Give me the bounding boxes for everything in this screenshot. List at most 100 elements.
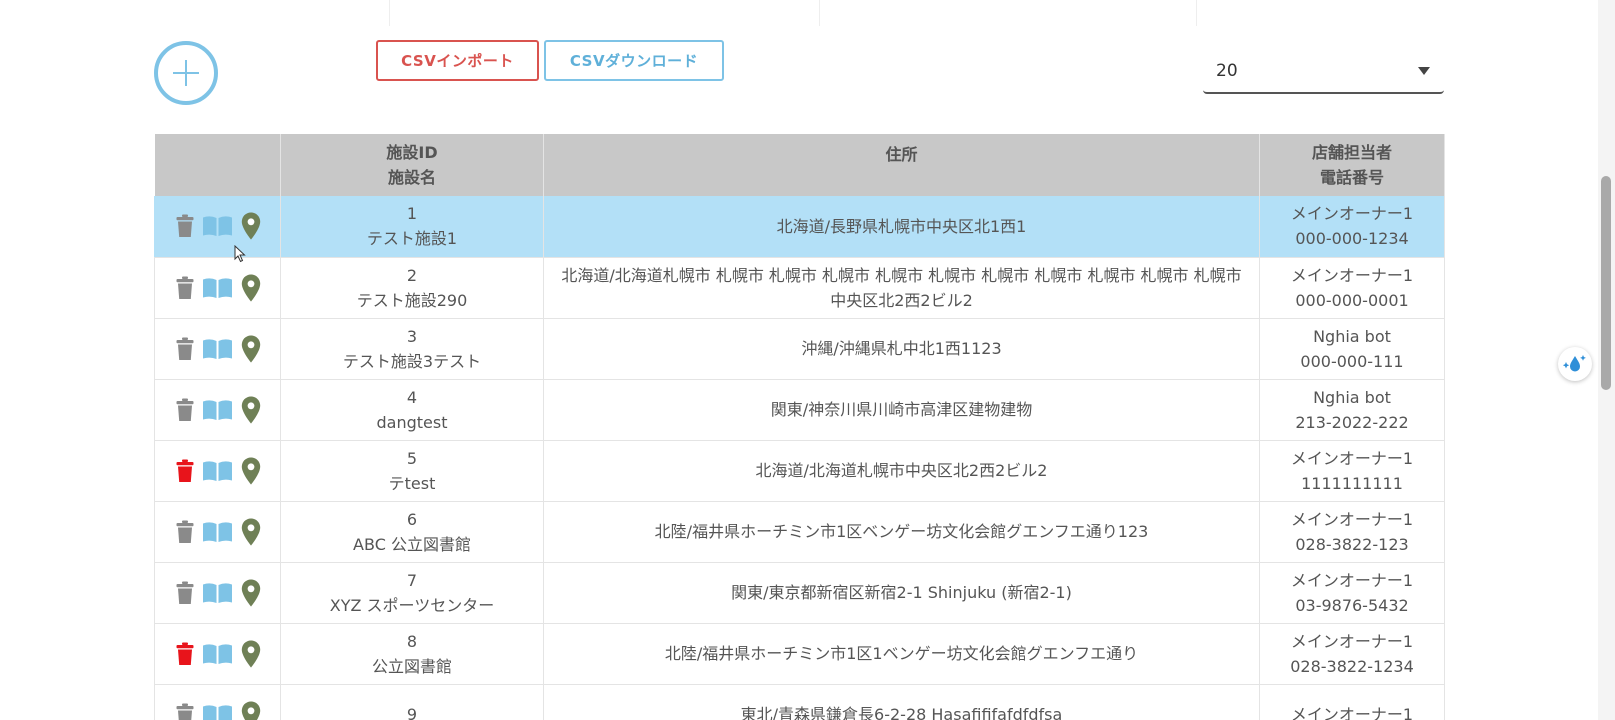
facility-id: 9	[406, 705, 418, 720]
owner-phone-column-header[interactable]: 店舗担当者 電話番号	[1259, 134, 1445, 196]
facility-name: ABC 公立図書館	[353, 534, 471, 554]
delete-trash-icon[interactable]	[176, 642, 194, 666]
location-pin-icon[interactable]	[241, 212, 261, 240]
detail-book-icon[interactable]	[202, 582, 233, 604]
row-actions	[165, 274, 270, 302]
detail-book-icon[interactable]	[202, 704, 233, 720]
facility-id: 6	[406, 509, 418, 529]
delete-trash-icon[interactable]	[176, 276, 194, 300]
facility-address: 北海道/長野県札幌市中央区北1西1	[776, 216, 1027, 236]
phone-number: 1111111111	[1301, 473, 1403, 493]
facility-address: 東北/青森県鎌倉長6-2-28 Hasafififafdfdfsa	[740, 705, 1063, 720]
header-phone: 電話番号	[1319, 168, 1384, 187]
table-row[interactable]: 6 ABC 公立図書館 北陸/福井県ホーチミン市1区ベンゲー坊文化会館グエンフエ通り…	[154, 501, 1445, 563]
location-pin-icon[interactable]	[241, 274, 261, 302]
header-facility-name: 施設名	[387, 168, 436, 187]
owner-name: メインオーナー1	[1290, 265, 1414, 285]
table-row[interactable]: 2 テスト施設290 北海道/北海道札幌市 札幌市 札幌市 札幌市 札幌市 札幌市 …	[154, 257, 1445, 319]
header-facility-id: 施設ID	[386, 143, 438, 162]
facility-name: テtest	[388, 473, 436, 493]
facility-table: 施設ID 施設名 住所 店舗担当者 電話番号 1 テスト施設1 北海道/長野県札幌市…	[154, 134, 1445, 720]
delete-trash-icon[interactable]	[176, 703, 194, 720]
table-row[interactable]: 7 XYZ スポーツセンター 関東/東京都新宿区新宿2-1 Shinjuku (新宿…	[154, 562, 1445, 624]
facility-name: テスト施設3テスト	[342, 351, 482, 371]
floating-widget-button[interactable]	[1558, 347, 1592, 381]
address-cell: 北海道/北海道札幌市中央区北2西2ビル2	[543, 440, 1260, 502]
table-row[interactable]: 8 公立図書館 北陸/福井県ホーチミン市1区1ベンゲー坊文化会館グエンフエ通り メイン…	[154, 623, 1445, 685]
location-pin-icon[interactable]	[241, 396, 261, 424]
csv-import-button[interactable]: CSVインポート	[376, 40, 539, 81]
water-drop-sparkle-icon	[1563, 355, 1586, 372]
detail-book-icon[interactable]	[202, 215, 233, 237]
phone-number: 028-3822-1234	[1290, 656, 1414, 676]
address-cell: 東北/青森県鎌倉長6-2-28 Hasafififafdfdfsa	[543, 684, 1260, 720]
phone-number: 03-9876-5432	[1295, 595, 1409, 615]
table-row[interactable]: 5 テtest 北海道/北海道札幌市中央区北2西2ビル2 メインオーナー1 111111…	[154, 440, 1445, 502]
owner-name: メインオーナー1	[1290, 570, 1414, 590]
owner-name: メインオーナー1	[1290, 448, 1414, 468]
row-actions-cell	[154, 684, 281, 720]
facility-list-page: CSVインポート CSVダウンロード 20 施設ID 施設名 住所 店舗担当者 …	[0, 0, 1615, 720]
row-actions-cell	[154, 196, 281, 258]
mouse-cursor-icon	[234, 245, 246, 263]
owner-name: Nghia bot	[1313, 387, 1391, 407]
row-actions	[165, 457, 270, 485]
table-row[interactable]: 1 テスト施設1 北海道/長野県札幌市中央区北1西1 メインオーナー1 000-000-…	[154, 196, 1445, 258]
row-actions-cell	[154, 562, 281, 624]
facility-id-name-cell: 4 dangtest	[280, 379, 544, 441]
row-actions	[165, 579, 270, 607]
detail-book-icon[interactable]	[202, 399, 233, 421]
address-cell: 関東/神奈川県川崎市高津区建物建物	[543, 379, 1260, 441]
detail-book-icon[interactable]	[202, 338, 233, 360]
facility-name: dangtest	[376, 412, 448, 432]
table-row[interactable]: 9 東北/青森県鎌倉長6-2-28 Hasafififafdfdfsa メインオーナ…	[154, 684, 1445, 720]
row-actions-cell	[154, 623, 281, 685]
owner-name: Nghia bot	[1313, 326, 1391, 346]
row-actions	[165, 335, 270, 363]
owner-phone-cell: Nghia bot 000-000-111	[1259, 318, 1445, 380]
facility-id-name-column-header[interactable]: 施設ID 施設名	[280, 134, 544, 196]
table-row[interactable]: 4 dangtest 関東/神奈川県川崎市高津区建物建物 Nghia bot 213-2…	[154, 379, 1445, 441]
facility-address: 関東/東京都新宿区新宿2-1 Shinjuku (新宿2-1)	[731, 583, 1072, 602]
detail-book-icon[interactable]	[202, 277, 233, 299]
address-cell: 沖縄/沖縄県札中北1西1123	[543, 318, 1260, 380]
page-size-select[interactable]: 20	[1203, 54, 1444, 94]
table-header-row: 施設ID 施設名 住所 店舗担当者 電話番号	[154, 134, 1445, 196]
facility-id-name-cell: 6 ABC 公立図書館	[280, 501, 544, 563]
detail-book-icon[interactable]	[202, 521, 233, 543]
location-pin-icon[interactable]	[241, 640, 261, 668]
address-column-header[interactable]: 住所	[543, 134, 1260, 196]
delete-trash-icon[interactable]	[176, 337, 194, 361]
delete-trash-icon[interactable]	[176, 398, 194, 422]
add-facility-button[interactable]	[154, 41, 218, 105]
facility-id-name-cell: 7 XYZ スポーツセンター	[280, 562, 544, 624]
table-body: 1 テスト施設1 北海道/長野県札幌市中央区北1西1 メインオーナー1 000-000-…	[154, 196, 1445, 720]
location-pin-icon[interactable]	[241, 457, 261, 485]
location-pin-icon[interactable]	[241, 335, 261, 363]
top-divider	[1196, 0, 1197, 26]
facility-id: 5	[406, 448, 418, 468]
detail-book-icon[interactable]	[202, 643, 233, 665]
owner-phone-cell: メインオーナー1 000-000-0001	[1259, 257, 1445, 319]
owner-name: メインオーナー1	[1290, 204, 1414, 224]
location-pin-icon[interactable]	[241, 518, 261, 546]
location-pin-icon[interactable]	[241, 579, 261, 607]
row-actions	[165, 212, 270, 240]
delete-trash-icon[interactable]	[176, 214, 194, 238]
scrollbar-thumb[interactable]	[1601, 176, 1611, 390]
location-pin-icon[interactable]	[241, 701, 261, 720]
delete-trash-icon[interactable]	[176, 581, 194, 605]
row-actions-cell	[154, 318, 281, 380]
address-cell: 北海道/北海道札幌市 札幌市 札幌市 札幌市 札幌市 札幌市 札幌市 札幌市 札…	[543, 257, 1260, 319]
facility-id: 4	[406, 387, 418, 407]
detail-book-icon[interactable]	[202, 460, 233, 482]
address-cell: 北海道/長野県札幌市中央区北1西1	[543, 196, 1260, 258]
facility-name: テスト施設1	[366, 229, 458, 249]
facility-id-name-cell: 8 公立図書館	[280, 623, 544, 685]
facility-address: 沖縄/沖縄県札中北1西1123	[801, 339, 1002, 358]
delete-trash-icon[interactable]	[176, 459, 194, 483]
table-row[interactable]: 3 テスト施設3テスト 沖縄/沖縄県札中北1西1123 Nghia bot 000-00…	[154, 318, 1445, 380]
delete-trash-icon[interactable]	[176, 520, 194, 544]
facility-address: 北海道/北海道札幌市 札幌市 札幌市 札幌市 札幌市 札幌市 札幌市 札幌市 札…	[561, 265, 1242, 310]
csv-download-button[interactable]: CSVダウンロード	[544, 40, 724, 81]
